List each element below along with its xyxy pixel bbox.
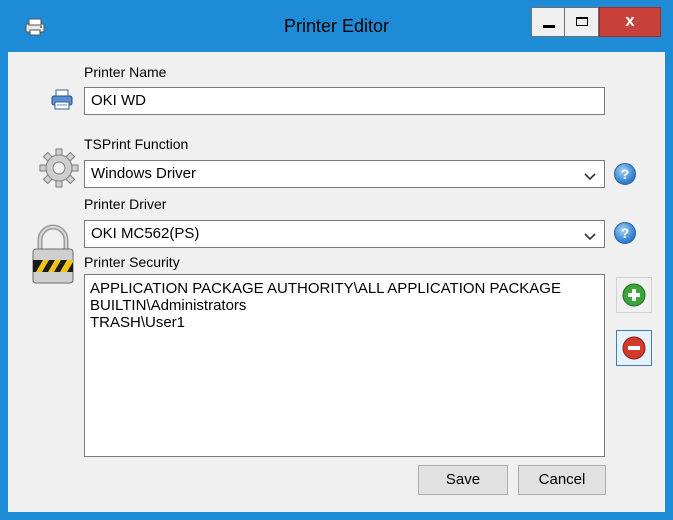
- plus-icon: [622, 283, 646, 307]
- printer-driver-help-icon[interactable]: ?: [614, 222, 636, 244]
- printer-driver-select[interactable]: OKI MC562(PS): [84, 220, 605, 248]
- remove-security-button[interactable]: [616, 330, 652, 366]
- maximize-icon: [576, 17, 588, 26]
- minimize-button[interactable]: [531, 7, 565, 37]
- tsprint-function-help-icon[interactable]: ?: [614, 163, 636, 185]
- minus-icon: [622, 336, 646, 360]
- tsprint-function-label: TSPrint Function: [84, 136, 189, 152]
- printer-icon: [50, 89, 74, 111]
- printer-security-list[interactable]: APPLICATION PACKAGE AUTHORITY\ALL APPLIC…: [84, 274, 605, 457]
- close-icon: x: [625, 11, 635, 30]
- padlock-icon: [30, 222, 76, 286]
- gear-icon: [38, 147, 80, 189]
- printer-name-label: Printer Name: [84, 64, 167, 80]
- chevron-down-icon: [584, 169, 596, 181]
- close-button[interactable]: x: [599, 7, 661, 37]
- list-item[interactable]: APPLICATION PACKAGE AUTHORITY\ALL APPLIC…: [90, 280, 604, 297]
- tsprint-function-value: Windows Driver: [91, 165, 197, 182]
- minimize-icon: [543, 25, 555, 28]
- chevron-down-icon: [584, 229, 596, 241]
- title-bar[interactable]: Printer Editor x: [0, 0, 673, 52]
- add-security-button[interactable]: [616, 277, 652, 313]
- printer-security-label: Printer Security: [84, 254, 180, 270]
- cancel-button[interactable]: Cancel: [518, 465, 606, 495]
- printer-driver-label: Printer Driver: [84, 196, 167, 212]
- tsprint-function-select[interactable]: Windows Driver: [84, 160, 605, 188]
- printer-name-input[interactable]: OKI WD: [84, 87, 605, 115]
- maximize-button[interactable]: [565, 7, 599, 37]
- save-button[interactable]: Save: [418, 465, 508, 495]
- list-item[interactable]: TRASH\User1: [90, 314, 604, 331]
- list-item[interactable]: BUILTIN\Administrators: [90, 297, 604, 314]
- printer-driver-value: OKI MC562(PS): [91, 225, 200, 242]
